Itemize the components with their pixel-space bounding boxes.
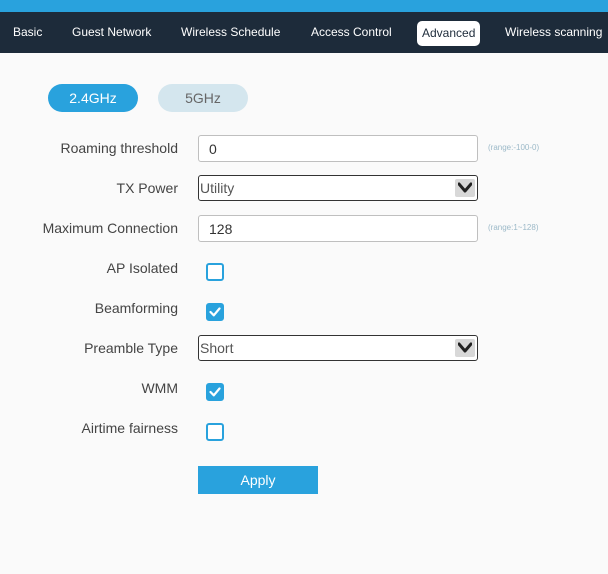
tab-wireless-scanning[interactable]: Wireless scanning <box>505 12 602 53</box>
max-connection-input[interactable] <box>198 215 478 242</box>
preamble-type-label: Preamble Type <box>84 340 178 356</box>
beamforming-label: Beamforming <box>94 300 178 316</box>
airtime-fairness-label: Airtime fairness <box>81 420 178 436</box>
tx-power-value: Utility <box>200 180 235 196</box>
check-icon <box>209 387 221 397</box>
max-connection-hint: (range:1~128) <box>488 223 539 232</box>
tab-advanced[interactable]: Advanced <box>417 21 481 46</box>
ap-isolated-checkbox[interactable] <box>206 263 224 281</box>
tab-access-control[interactable]: Access Control <box>311 12 392 53</box>
preamble-type-value: Short <box>200 340 234 356</box>
band-24ghz-button[interactable]: 2.4GHz <box>48 84 138 112</box>
ap-isolated-label: AP Isolated <box>106 260 178 276</box>
settings-tab-bar: Basic Guest Network Wireless Schedule Ac… <box>0 12 608 53</box>
roaming-threshold-input[interactable] <box>198 135 478 162</box>
band-5ghz-button[interactable]: 5GHz <box>158 84 248 112</box>
roaming-threshold-label: Roaming threshold <box>60 140 178 156</box>
tab-guest-network[interactable]: Guest Network <box>72 12 151 53</box>
top-accent-bar <box>0 0 608 12</box>
roaming-threshold-hint: (range:-100-0) <box>488 143 540 152</box>
tab-wireless-schedule[interactable]: Wireless Schedule <box>181 12 280 53</box>
apply-button[interactable]: Apply <box>198 466 318 494</box>
wmm-label: WMM <box>141 380 178 396</box>
wmm-checkbox[interactable] <box>206 383 224 401</box>
beamforming-checkbox[interactable] <box>206 303 224 321</box>
max-connection-label: Maximum Connection <box>42 220 178 236</box>
tab-basic[interactable]: Basic <box>13 12 42 53</box>
preamble-type-select[interactable]: Short <box>198 335 478 361</box>
tx-power-select[interactable]: Utility <box>198 175 478 201</box>
chevron-down-icon <box>455 179 475 197</box>
chevron-down-icon <box>455 339 475 357</box>
check-icon <box>209 307 221 317</box>
airtime-fairness-checkbox[interactable] <box>206 423 224 441</box>
tx-power-label: TX Power <box>116 180 178 196</box>
